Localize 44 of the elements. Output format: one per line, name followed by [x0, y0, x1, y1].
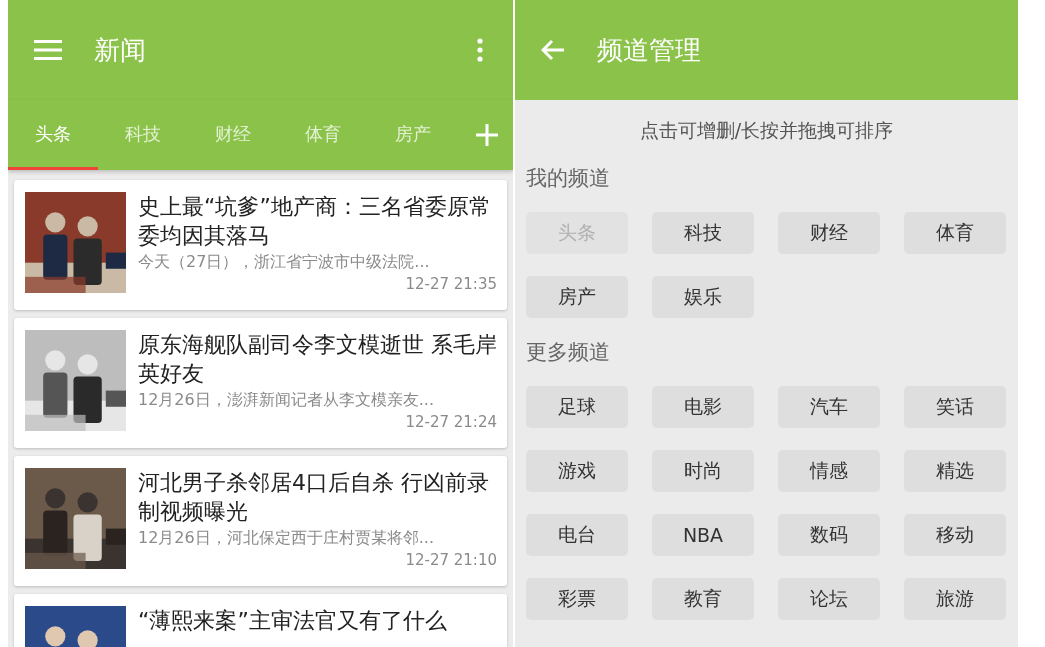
- news-headline: “薄熙来案”主审法官又有了什么: [138, 607, 448, 635]
- channel-chip[interactable]: 游戏: [526, 450, 628, 492]
- screen-title: 频道管理: [597, 33, 702, 67]
- news-card[interactable]: 原东海舰队副司令李文模逝世 系毛岸英好友 12月26日，澎湃新闻记者从李文模亲友... 12-27 21:24: [14, 318, 507, 448]
- news-summary: 12月26日，澎湃新闻记者从李文模亲友...: [138, 390, 435, 411]
- news-card[interactable]: 河北男子杀邻居4口后自杀 行凶前录制视频曝光 12月26日，河北保定西于庄村贾某将邻... 12-27 21:10: [14, 456, 507, 586]
- section-heading: 更多频道: [526, 339, 611, 366]
- news-headline: 史上最“坑爹”地产商：三名省委原常委均因其落马: [138, 193, 492, 250]
- news-time: 12-27 21:35: [404, 275, 497, 293]
- channel-chip[interactable]: 科技: [652, 212, 754, 254]
- news-headline: 河北男子杀邻居4口后自杀 行凶前录制视频曝光: [138, 469, 490, 526]
- news-card[interactable]: 史上最“坑爹”地产商：三名省委原常委均因其落马 今天（27日），浙江省宁波市中级法院... 12-27 21:35: [14, 180, 507, 310]
- channel-chip[interactable]: 时尚: [652, 450, 754, 492]
- channel-chip[interactable]: 体育: [904, 212, 1006, 254]
- screen-title: 新闻: [94, 33, 147, 67]
- channel-chip[interactable]: 论坛: [778, 578, 880, 620]
- news-summary: 12月26日，河北保定西于庄村贾某将邻...: [138, 528, 435, 549]
- channel-chip[interactable]: 电台: [526, 514, 628, 556]
- channel-chip[interactable]: 足球: [526, 386, 628, 428]
- menu-icon[interactable]: [34, 39, 62, 61]
- more-options-icon[interactable]: [477, 38, 483, 62]
- channel-chip[interactable]: 移动: [904, 514, 1006, 556]
- news-headline: 原东海舰队副司令李文模逝世 系毛岸英好友: [138, 331, 497, 388]
- hint-text: 点击可增删/长按并拖拽可排序: [638, 118, 895, 143]
- channel-chip[interactable]: 数码: [778, 514, 880, 556]
- channel-chip[interactable]: 财经: [778, 212, 880, 254]
- back-arrow-icon[interactable]: [541, 39, 565, 61]
- channel-chip[interactable]: 娱乐: [652, 276, 754, 318]
- news-summary: 今天（27日），浙江省宁波市中级法院...: [138, 252, 431, 273]
- channel-chip[interactable]: 精选: [904, 450, 1006, 492]
- news-time: 12-27 21:24: [404, 413, 497, 431]
- channel-chip[interactable]: 彩票: [526, 578, 628, 620]
- channel-chip[interactable]: 旅游: [904, 578, 1006, 620]
- channel-chip[interactable]: 房产: [526, 276, 628, 318]
- channel-chip[interactable]: 教育: [652, 578, 754, 620]
- channel-chip[interactable]: 电影: [652, 386, 754, 428]
- channel-chip[interactable]: NBA: [652, 514, 754, 556]
- news-time: 12-27 21:10: [404, 551, 497, 569]
- news-card[interactable]: “薄熙来案”主审法官又有了什么: [14, 594, 507, 647]
- section-heading: 我的频道: [526, 165, 611, 192]
- channel-chip[interactable]: 笑话: [904, 386, 1006, 428]
- channel-chip[interactable]: 汽车: [778, 386, 880, 428]
- add-icon[interactable]: [476, 124, 498, 146]
- channel-chip[interactable]: 情感: [778, 450, 880, 492]
